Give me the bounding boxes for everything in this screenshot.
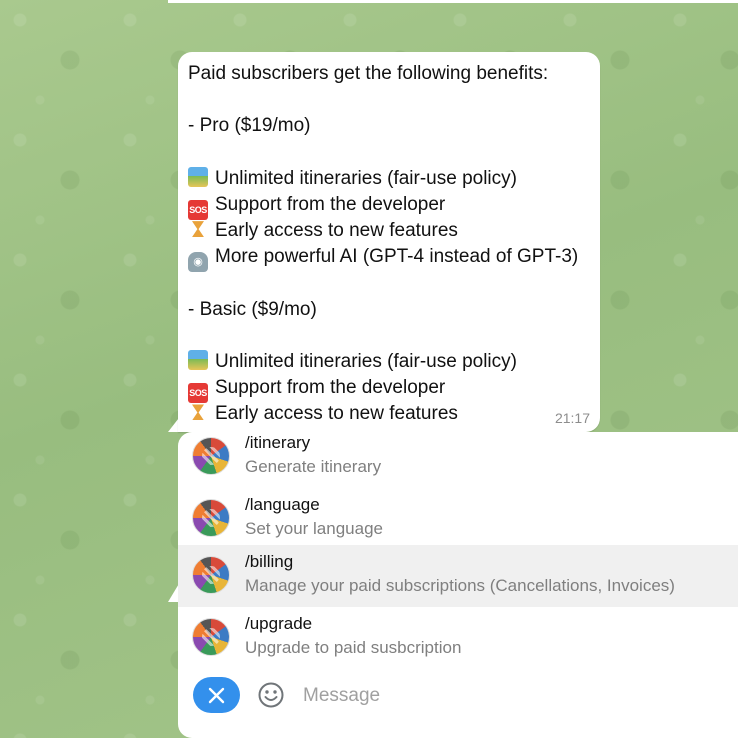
robot-icon: ◉ — [188, 252, 208, 273]
sos-icon: SOS — [188, 383, 208, 404]
command-item-billing[interactable]: /billing Manage your paid subscriptions … — [178, 545, 738, 607]
command-name: /upgrade — [245, 614, 313, 633]
command-description: Generate itinerary — [245, 457, 382, 476]
message-line: ◉ More powerful AI (GPT-4 instead of GPT-… — [188, 244, 590, 273]
command-name: /itinerary — [245, 433, 311, 452]
message-composer — [178, 669, 738, 724]
message-line: - Pro ($19/mo) — [188, 115, 311, 137]
message-time: 21:17 — [554, 410, 590, 426]
message-line: SOS Support from the developer — [188, 192, 590, 220]
command-description: Upgrade to paid susbcription — [245, 638, 462, 657]
command-description: Set your language — [245, 519, 383, 538]
bot-avatar — [192, 499, 230, 537]
command-name: /billing — [245, 552, 294, 571]
message-line: Unlimited itineraries (fair-use policy) — [188, 349, 590, 375]
command-item-upgrade[interactable]: /upgrade Upgrade to paid susbcription — [178, 607, 738, 669]
message-line: Early access to new features — [188, 401, 590, 427]
message-line — [188, 140, 590, 166]
smiley-icon — [258, 682, 284, 708]
command-item-language[interactable]: /language Set your language — [178, 488, 738, 550]
command-description: Manage your paid subscriptions (Cancella… — [245, 576, 675, 595]
command-item-itinerary[interactable]: /itinerary Generate itinerary — [178, 426, 738, 488]
previous-message-edge — [168, 0, 738, 3]
message-input[interactable] — [301, 679, 725, 713]
hourglass-icon — [188, 219, 208, 239]
message-line — [188, 87, 590, 113]
hourglass-icon — [188, 402, 208, 422]
message-line: Unlimited itineraries (fair-use policy) — [188, 166, 590, 192]
message-line: Paid subscribers get the following benef… — [188, 63, 549, 84]
message-bubble: Paid subscribers get the following benef… — [178, 52, 600, 432]
command-name: /language — [245, 495, 320, 514]
bot-avatar — [192, 437, 230, 475]
world-map-icon — [188, 166, 208, 187]
message-line: - Basic ($9/mo) — [188, 298, 317, 320]
command-panel: /itinerary Generate itinerary /language … — [178, 432, 738, 738]
message-line — [188, 323, 590, 349]
world-map-icon — [188, 350, 208, 371]
close-commands-button[interactable] — [193, 677, 240, 713]
message-line — [188, 271, 590, 297]
close-icon — [208, 687, 225, 704]
emoji-button[interactable] — [257, 681, 285, 714]
message-line: SOS Support from the developer — [188, 375, 590, 404]
sos-icon: SOS — [188, 199, 208, 220]
bot-avatar — [192, 556, 230, 594]
message-line: Early access to new features — [188, 218, 590, 244]
bot-avatar — [192, 618, 230, 656]
